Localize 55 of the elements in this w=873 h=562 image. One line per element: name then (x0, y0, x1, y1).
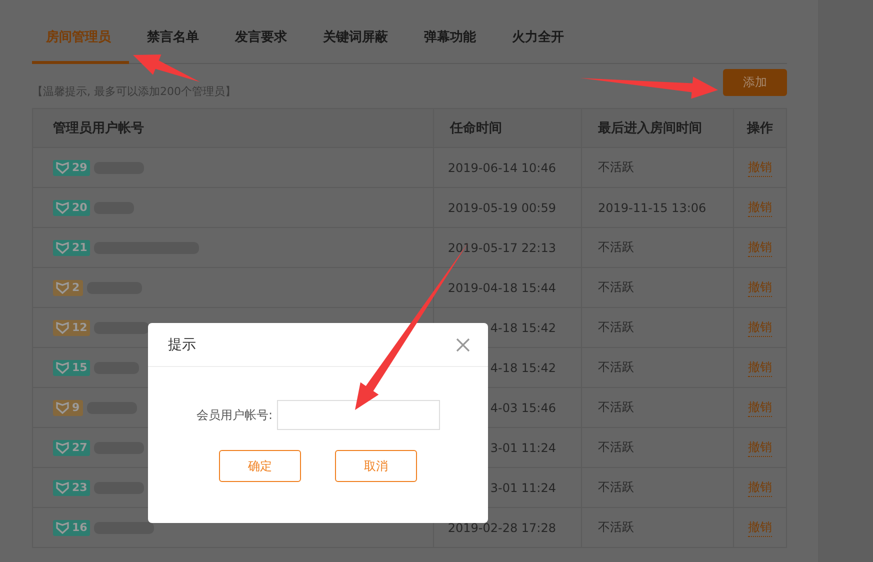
table-cell: 4-18 15:42 (490, 360, 556, 374)
table-cell: 2019-04-18 15:44 (448, 280, 556, 294)
level-badge: 15 (53, 360, 90, 376)
revoke-link[interactable]: 撤销 (748, 438, 772, 456)
column-header: 操作 (747, 120, 773, 137)
tab[interactable]: 关键词屏蔽 (305, 0, 406, 64)
level-badge: 2 (53, 280, 83, 296)
level-badge: 12 (53, 320, 90, 336)
tab[interactable]: 火力全开 (494, 0, 582, 64)
column-header: 管理员用户帐号 (53, 120, 144, 137)
tab[interactable]: 禁言名单 (129, 0, 217, 64)
table-cell: 2019-05-19 00:59 (448, 200, 556, 214)
revoke-link[interactable]: 撤销 (748, 518, 772, 536)
revoke-link[interactable]: 撤销 (748, 398, 772, 416)
table-cell: 2019-06-14 10:46 (448, 160, 556, 174)
tab[interactable]: 弹幕功能 (406, 0, 494, 64)
table-cell: 4-03 15:46 (490, 400, 556, 414)
revoke-link[interactable]: 撤销 (748, 318, 772, 336)
revoke-link[interactable]: 撤销 (748, 198, 772, 216)
table-cell: 不活跃 (598, 319, 634, 336)
level-badge: 21 (53, 240, 90, 256)
table-cell: 不活跃 (598, 479, 634, 496)
dialog-button[interactable]: 取消 (335, 450, 417, 482)
table-cell: 不活跃 (598, 239, 634, 256)
dialog-title: 提示 (168, 336, 196, 354)
tab[interactable]: 发言要求 (217, 0, 305, 64)
table-cell: 3-01 11:24 (490, 480, 556, 494)
table-cell: 3-01 11:24 (490, 440, 556, 454)
level-badge: 16 (53, 520, 90, 536)
table-cell: 不活跃 (598, 439, 634, 456)
table-cell: 不活跃 (598, 159, 634, 176)
column-header: 最后进入房间时间 (598, 120, 702, 137)
level-badge: 20 (53, 200, 90, 216)
table-cell: 不活跃 (598, 279, 634, 296)
column-header: 任命时间 (450, 120, 502, 137)
revoke-link[interactable]: 撤销 (748, 358, 772, 376)
table-cell: 2019-11-15 13:06 (598, 200, 706, 214)
revoke-link[interactable]: 撤销 (748, 478, 772, 496)
tab[interactable]: 房间管理员 (32, 0, 129, 64)
revoke-link[interactable]: 撤销 (748, 278, 772, 296)
table-cell: 2019-02-28 17:28 (448, 520, 556, 534)
table-cell: 4-18 15:42 (490, 320, 556, 334)
revoke-link[interactable]: 撤销 (748, 238, 772, 256)
table-cell: 不活跃 (598, 519, 634, 536)
table-cell: 不活跃 (598, 359, 634, 376)
field-label: 会员用户帐号: (196, 406, 273, 424)
revoke-link[interactable]: 撤销 (748, 158, 772, 176)
table-cell: 2019-05-17 22:13 (448, 240, 556, 254)
level-badge: 27 (53, 440, 90, 456)
level-badge: 29 (53, 160, 90, 176)
add-button[interactable]: 添加 (723, 69, 787, 96)
level-badge: 9 (53, 400, 83, 416)
table-cell: 不活跃 (598, 399, 634, 416)
dialog-button[interactable]: 确定 (219, 450, 301, 482)
level-badge: 23 (53, 480, 90, 496)
